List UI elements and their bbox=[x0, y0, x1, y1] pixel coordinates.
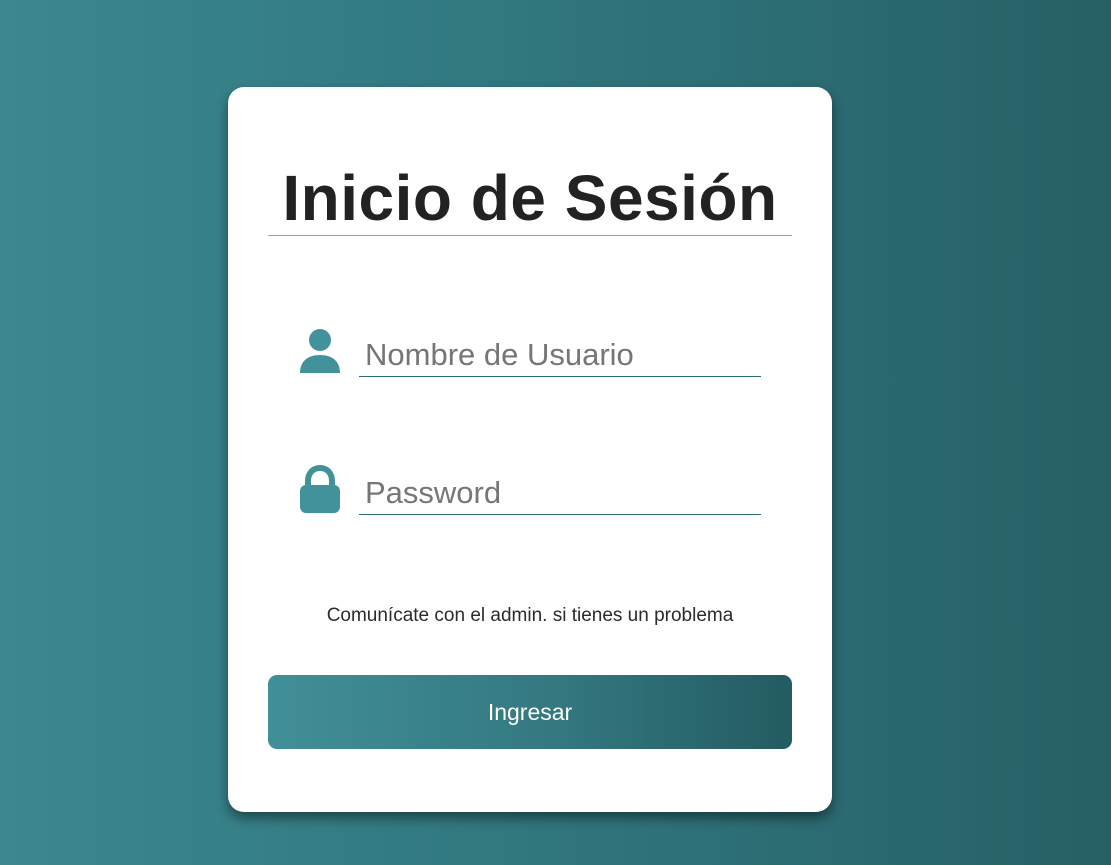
password-field-group bbox=[298, 457, 762, 517]
user-icon bbox=[298, 327, 342, 377]
username-field-group bbox=[298, 319, 762, 379]
page-title: Inicio de Sesión bbox=[282, 162, 778, 234]
login-card: Inicio de Sesión Comunícate con el admin… bbox=[228, 87, 832, 812]
help-text: Comunícate con el admin. si tienes un pr… bbox=[326, 605, 734, 626]
login-button[interactable]: Ingresar bbox=[268, 675, 792, 749]
title-divider bbox=[268, 235, 792, 236]
username-input[interactable] bbox=[359, 333, 761, 377]
password-input[interactable] bbox=[359, 471, 761, 515]
lock-icon bbox=[298, 464, 342, 515]
